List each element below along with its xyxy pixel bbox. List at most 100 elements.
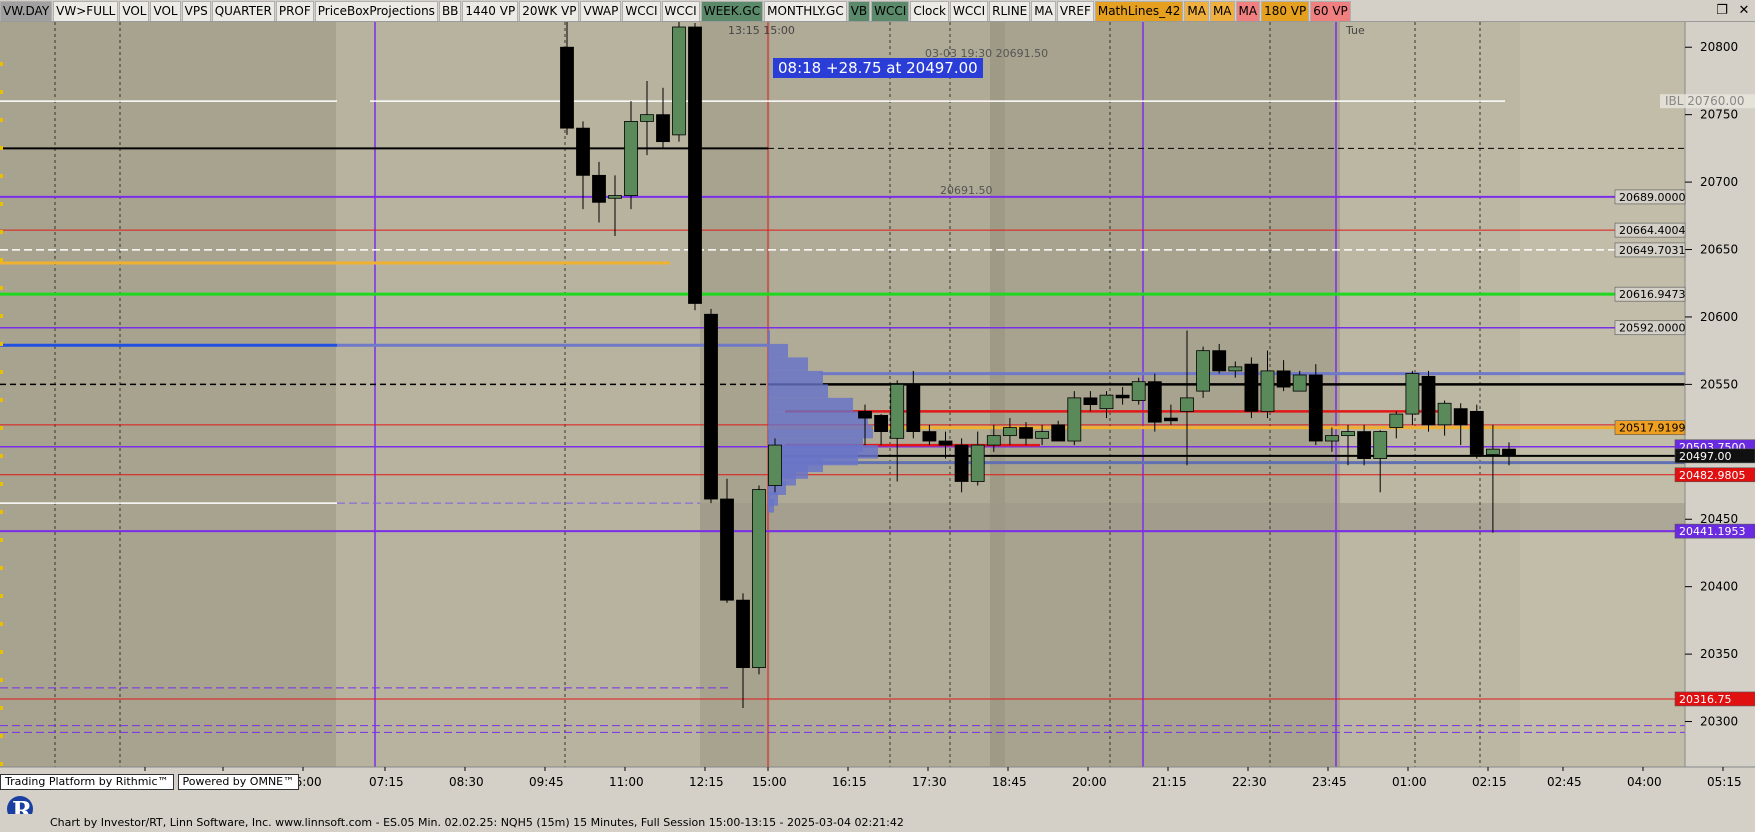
toolbar-item-ma[interactable]: MA — [1184, 1, 1209, 21]
toolbar-item-vps[interactable]: VPS — [181, 1, 211, 21]
candle-body — [1099, 394, 1114, 410]
toolbar-item-60-vp[interactable]: 60 VP — [1310, 1, 1351, 21]
candle-body — [970, 444, 985, 482]
candle-body — [1180, 397, 1194, 412]
toolbar-item-vb[interactable]: VB — [847, 1, 871, 21]
toolbar-item-vol[interactable]: VOL — [150, 1, 181, 21]
time-axis-label: 22:30 — [1232, 775, 1267, 789]
candle-body — [688, 26, 702, 304]
price-tag-label: 20616.9473 — [1619, 288, 1685, 301]
toolbar-item-wcci[interactable]: WCCI — [622, 1, 661, 21]
day-label: Tue — [1345, 24, 1365, 37]
candle-body — [954, 444, 969, 482]
left-axis-tick — [0, 566, 3, 570]
candle-body — [1389, 413, 1404, 428]
toolbar-item-ma[interactable]: MA — [1209, 1, 1235, 21]
left-axis-tick — [0, 202, 3, 206]
session-time-label: 13:15 15:00 — [728, 24, 795, 37]
status-text: Chart by Investor/RT, Linn Software, Inc… — [50, 816, 904, 829]
price-tag-label: 20316.75 — [1679, 693, 1732, 706]
volume-profile-bar — [768, 370, 823, 385]
left-axis-tick — [0, 146, 3, 150]
toolbar-item-ma[interactable]: MA — [1235, 1, 1261, 21]
price-axis-label: 20350 — [1700, 647, 1738, 661]
candle-body — [1502, 448, 1516, 457]
price-chart[interactable]: 2080020750207002065020600205502045020400… — [0, 22, 1755, 792]
toolbar-item-wcci[interactable]: WCCI — [871, 1, 910, 21]
volume-profile-bar — [768, 357, 808, 371]
price-axis-label: 20550 — [1700, 377, 1738, 391]
toolbar-item-priceboxprojections[interactable]: PriceBoxProjections — [314, 1, 438, 21]
toolbar-item-quarter[interactable]: QUARTER — [211, 1, 275, 21]
candle-body — [1341, 431, 1355, 437]
left-axis-tick — [0, 118, 3, 122]
toolbar-item-wcci[interactable]: WCCI — [661, 1, 700, 21]
candle-body — [986, 435, 1001, 446]
price-tag-label: 20592.0000 — [1619, 322, 1685, 335]
left-axis-tick — [0, 286, 3, 290]
indicator-toolbar: VW.DAY VW>FULL VOL VOL VPS QUARTER PROF PriceBo… — [0, 0, 1755, 22]
time-axis-label: 07:15 — [369, 775, 404, 789]
toolbar-item-20wk-vp[interactable]: 20WK VP — [519, 1, 580, 21]
toolbar-item-week-gc[interactable]: WEEK.GC — [700, 1, 764, 21]
toolbar-item-prof[interactable]: PROF — [275, 1, 314, 21]
close-icon[interactable]: ✕ — [1733, 1, 1755, 20]
toolbar-item-bb[interactable]: BB — [438, 1, 462, 21]
price-axis-label: 20600 — [1700, 310, 1738, 324]
candle-body — [1228, 366, 1243, 372]
toolbar-item-1440-vp[interactable]: 1440 VP — [462, 1, 519, 21]
candle-body — [1035, 431, 1049, 439]
left-axis-tick — [0, 678, 3, 682]
toolbar-item-vol[interactable]: VOL — [119, 1, 150, 21]
toolbar-item-ma[interactable]: MA — [1031, 1, 1056, 21]
toolbar-item-vref[interactable]: VREF — [1056, 1, 1094, 21]
toolbar-item-monthly-gc[interactable]: MONTHLY.GC — [764, 1, 847, 21]
status-bar: Chart by Investor/RT, Linn Software, Inc… — [0, 814, 1755, 832]
price-tag-label: 20649.7031 — [1619, 244, 1685, 257]
volume-profile-bar — [768, 343, 788, 358]
price-axis-label: 20300 — [1700, 715, 1738, 729]
candle-body — [704, 313, 718, 500]
toolbar-item-vwap[interactable]: VWAP — [580, 1, 622, 21]
price-tag-label: 20664.4004 — [1619, 224, 1685, 237]
toolbar-item-vw-day[interactable]: VW.DAY — [0, 1, 53, 21]
candle-body — [1051, 424, 1066, 442]
toolbar-item-vw-full[interactable]: VW>FULL — [53, 1, 119, 21]
toolbar-item-rline[interactable]: RLINE — [989, 1, 1031, 21]
candle-body — [736, 599, 750, 668]
left-axis-tick — [0, 398, 3, 402]
volume-profile-bar — [768, 499, 774, 513]
candle-body — [608, 195, 622, 199]
toolbar-item-180-vp[interactable]: 180 VP — [1261, 1, 1310, 21]
price-axis-label: 20650 — [1700, 243, 1738, 257]
price-axis-label: 20700 — [1700, 175, 1738, 189]
candle-body — [1003, 427, 1017, 437]
left-axis-tick — [0, 538, 3, 542]
toolbar-item-clock[interactable]: Clock — [910, 1, 949, 21]
candle-body — [938, 440, 953, 446]
candle-body — [1437, 402, 1452, 426]
value-area-band — [700, 503, 1700, 533]
volume-profile-bar — [768, 424, 873, 439]
restore-icon[interactable]: ❐ — [1711, 1, 1733, 20]
candle-body — [1115, 394, 1130, 399]
session-shade — [990, 22, 1340, 767]
candle-body — [1357, 431, 1371, 459]
toolbar-item-mathlines-42[interactable]: MathLines_42 — [1094, 1, 1184, 21]
candle-body — [1260, 370, 1275, 412]
left-axis-tick — [0, 650, 3, 654]
time-axis-label: 12:15 — [689, 775, 724, 789]
candle-body — [1212, 350, 1227, 372]
left-axis-tick — [0, 258, 3, 262]
left-axis-tick — [0, 454, 3, 458]
price-tag-label: 20482.9805 — [1679, 469, 1745, 482]
toolbar-item-wcci[interactable]: WCCI — [949, 1, 989, 21]
price-axis-label: 20800 — [1700, 40, 1738, 54]
candle-body — [768, 444, 782, 486]
time-axis-label: 23:45 — [1312, 775, 1347, 789]
candle-body — [592, 174, 606, 203]
candle-body — [656, 114, 670, 143]
left-axis-tick — [0, 62, 3, 66]
left-axis-tick — [0, 230, 3, 234]
time-axis-label: 18:45 — [992, 775, 1027, 789]
